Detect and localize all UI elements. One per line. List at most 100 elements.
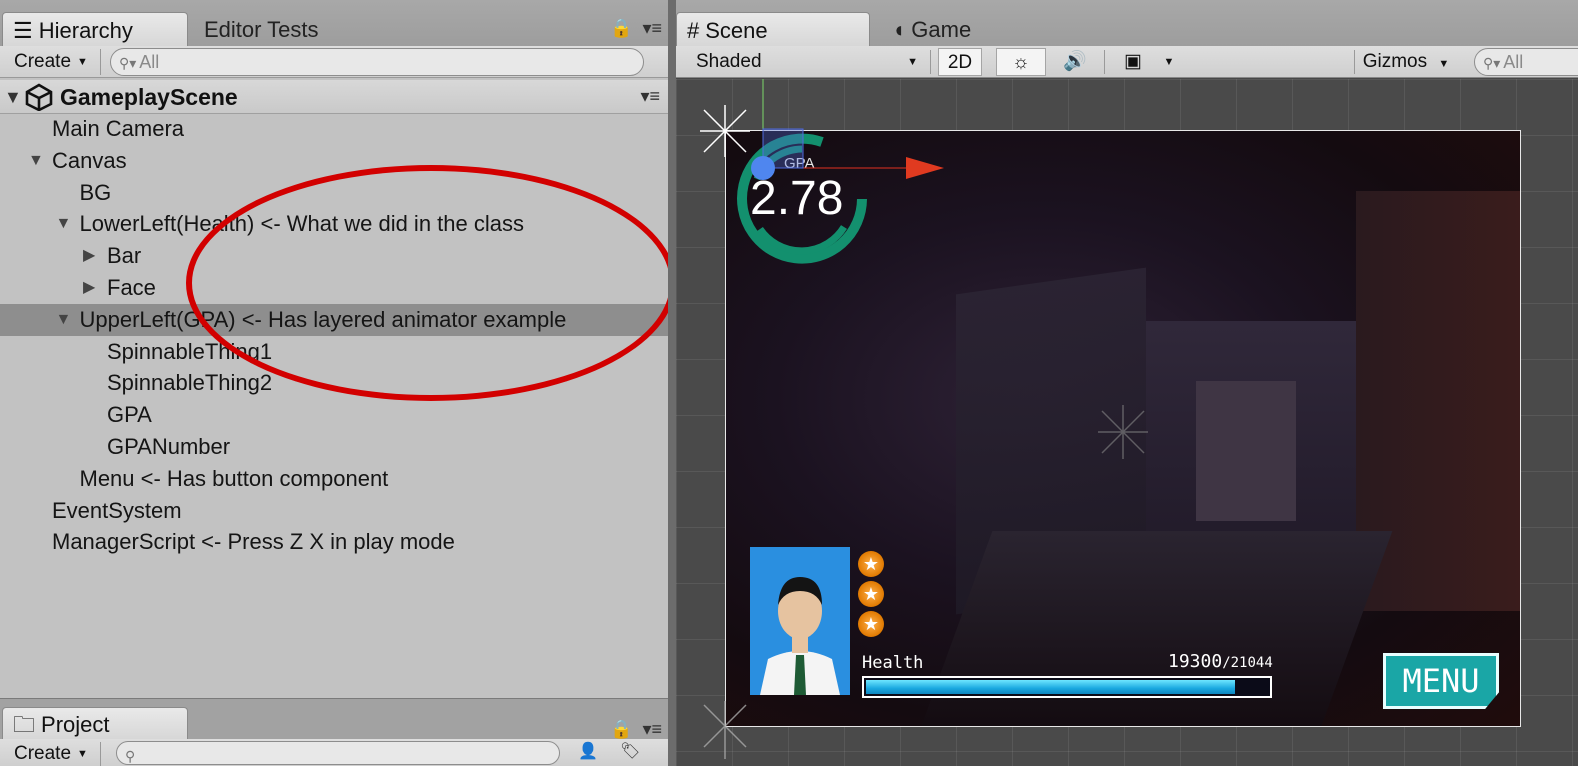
grid-icon: #	[687, 18, 700, 43]
unity-editor-window: ☰ Hierarchy Editor Tests 🔒 ▾≡ Create ▼ ⚲▾ A…	[0, 0, 1578, 766]
hierarchy-row[interactable]: ▶ Bar	[0, 240, 668, 272]
foldout-open-icon[interactable]: ▼	[56, 208, 72, 240]
sun-icon: ☼	[1012, 52, 1030, 73]
health-bar	[862, 676, 1272, 698]
create-button-label: Create	[14, 51, 72, 73]
hierarchy-row[interactable]: ▼ UpperLeft(GPA) <- Has layered animator …	[0, 303, 668, 336]
mode-2d-label: 2D	[947, 52, 973, 73]
hierarchy-row-label: Face	[107, 275, 156, 300]
gizmos-dropdown[interactable]: Gizmos ▼	[1360, 48, 1452, 76]
audio-toggle[interactable]: 🔊	[1050, 48, 1100, 76]
effects-toggle[interactable]: ▣	[1106, 48, 1160, 76]
student-photo-image	[750, 547, 850, 695]
ui-canvas[interactable]: GPA 2.78 ★ ★ ★ Health 19300/21044 MENU	[725, 130, 1521, 727]
panel-divider[interactable]	[668, 0, 676, 766]
project-tab-icons: 🔒 ▾≡	[610, 719, 662, 740]
dropdown-arrow-icon: ▼	[77, 748, 88, 760]
lock-icon[interactable]: 🔒	[610, 719, 632, 740]
panel-menu-icon[interactable]: ▾≡	[642, 18, 662, 39]
foldout-closed-icon[interactable]: ▶	[83, 272, 95, 304]
list-icon: ☰	[13, 18, 33, 43]
lighting-toggle[interactable]: ☼	[996, 48, 1046, 76]
hierarchy-row-label: GPA	[107, 402, 152, 428]
project-create-button[interactable]: Create ▼	[2, 742, 101, 766]
tab-editor-tests-label: Editor Tests	[204, 17, 319, 42]
panel-menu-icon[interactable]: ▾≡	[642, 719, 662, 740]
tab-scene[interactable]: # Scene	[676, 12, 870, 48]
scene-header-row[interactable]: ▼ GameplayScene ▾≡	[0, 80, 670, 114]
foldout-open-icon[interactable]: ▼	[4, 87, 22, 108]
tab-hierarchy-label: Hierarchy	[38, 18, 133, 43]
shading-mode-value: Shaded	[696, 51, 762, 72]
hierarchy-row[interactable]: SpinnableThing1	[0, 336, 668, 368]
project-panel: 🗀 Project 🔒 ▾≡ Create ▼ ⚲ 👤 🏷	[0, 698, 670, 766]
health-max: /21044	[1222, 655, 1273, 671]
hierarchy-row[interactable]: ▼ Canvas	[0, 145, 668, 177]
scene-search-input[interactable]: ⚲▾ All	[1474, 48, 1578, 76]
scene-tab-bar: # Scene ◖ Game	[676, 0, 1578, 48]
menu-button[interactable]: MENU	[1383, 653, 1499, 709]
hierarchy-search-input[interactable]: ⚲▾ All	[110, 48, 644, 76]
search-icon: ⚲▾	[119, 55, 137, 71]
scene-search-placeholder: All	[1503, 52, 1524, 72]
tag-icon[interactable]: 🏷	[620, 741, 640, 761]
tab-project-label: Project	[41, 712, 110, 737]
tab-project[interactable]: 🗀 Project	[2, 707, 188, 741]
tab-game[interactable]: ◖ Game	[882, 12, 981, 48]
hierarchy-search-placeholder: All	[139, 52, 160, 72]
hierarchy-row[interactable]: ▶ Face	[0, 272, 668, 304]
hierarchy-row-label: EventSystem	[52, 497, 182, 523]
scene-name: GameplayScene	[60, 84, 238, 110]
hierarchy-row[interactable]: EventSystem	[0, 495, 668, 527]
hierarchy-row-label: SpinnableThing2	[107, 370, 273, 396]
toolbar-separator	[1354, 50, 1355, 74]
effects-dropdown-arrow-icon[interactable]: ▼	[1160, 48, 1178, 76]
hierarchy-toolbar: Create ▼ ⚲▾ All	[0, 46, 670, 78]
scene-viewport[interactable]: GPA 2.78 ★ ★ ★ Health 19300/21044 MENU	[676, 79, 1578, 766]
hierarchy-row[interactable]: Menu <- Has button component	[0, 463, 668, 495]
speaker-icon: 🔊	[1063, 51, 1087, 72]
project-create-label: Create	[14, 743, 72, 765]
hierarchy-row[interactable]: GPA	[0, 399, 668, 431]
mode-2d-toggle[interactable]: 2D	[938, 48, 982, 76]
dropdown-arrow-icon: ▼	[1438, 58, 1450, 70]
create-button[interactable]: Create ▼	[2, 49, 101, 75]
hierarchy-row-label: Bar	[107, 243, 142, 269]
health-value: 19300/21044	[1168, 651, 1273, 672]
face-portrait	[750, 547, 850, 695]
gizmos-label: Gizmos	[1362, 51, 1428, 72]
health-label: Health	[862, 653, 924, 673]
foldout-open-icon[interactable]: ▼	[56, 304, 72, 336]
scene-menu-icon[interactable]: ▾≡	[640, 86, 660, 107]
search-icon: ⚲	[125, 748, 136, 764]
foldout-closed-icon[interactable]: ▶	[83, 240, 95, 272]
tab-scene-label: Scene	[705, 18, 768, 43]
project-search-input[interactable]: ⚲	[116, 741, 560, 765]
hierarchy-row[interactable]: BG	[0, 177, 668, 209]
hierarchy-row-label: UpperLeft(GPA) <- Has layered animator e…	[79, 306, 567, 332]
shading-mode-dropdown[interactable]: Shaded ▼	[688, 48, 924, 76]
hierarchy-row[interactable]: SpinnableThing2	[0, 367, 668, 399]
person-icon[interactable]: 👤	[578, 741, 598, 761]
hierarchy-tab-icons: 🔒 ▾≡	[610, 18, 662, 39]
hierarchy-row[interactable]: GPANumber	[0, 431, 668, 463]
hierarchy-row-label: SpinnableThing1	[107, 338, 273, 364]
tab-editor-tests[interactable]: Editor Tests	[194, 12, 329, 48]
tab-hierarchy[interactable]: ☰ Hierarchy	[2, 12, 188, 48]
folder-icon: 🗀	[13, 712, 36, 737]
foldout-open-icon[interactable]: ▼	[28, 145, 44, 177]
bg-door-shape	[1196, 381, 1296, 521]
hierarchy-panel: ☰ Hierarchy Editor Tests 🔒 ▾≡ Create ▼ ⚲▾ A…	[0, 0, 676, 766]
scene-toolbar: Shaded ▼ 2D ☼ 🔊 ▣ ▼ Gizmos ▼ ⚲▾ All	[676, 46, 1578, 78]
hierarchy-row-label: LowerLeft(Health) <- What we did in the …	[79, 211, 524, 237]
hierarchy-row-label: Main Camera	[52, 116, 185, 141]
pacman-icon: ◖	[892, 17, 906, 42]
hierarchy-row[interactable]: Main Camera	[0, 113, 668, 145]
toolbar-separator	[930, 50, 931, 74]
toolbar-separator	[1104, 50, 1105, 74]
hierarchy-row-label: Menu <- Has button component	[79, 465, 389, 491]
hierarchy-row[interactable]: ▼ LowerLeft(Health) <- What we did in the…	[0, 208, 668, 240]
hierarchy-row[interactable]: ManagerScript <- Press Z X in play mode	[0, 526, 668, 558]
star-icon: ★	[858, 581, 884, 607]
lock-icon[interactable]: 🔒	[610, 18, 632, 39]
